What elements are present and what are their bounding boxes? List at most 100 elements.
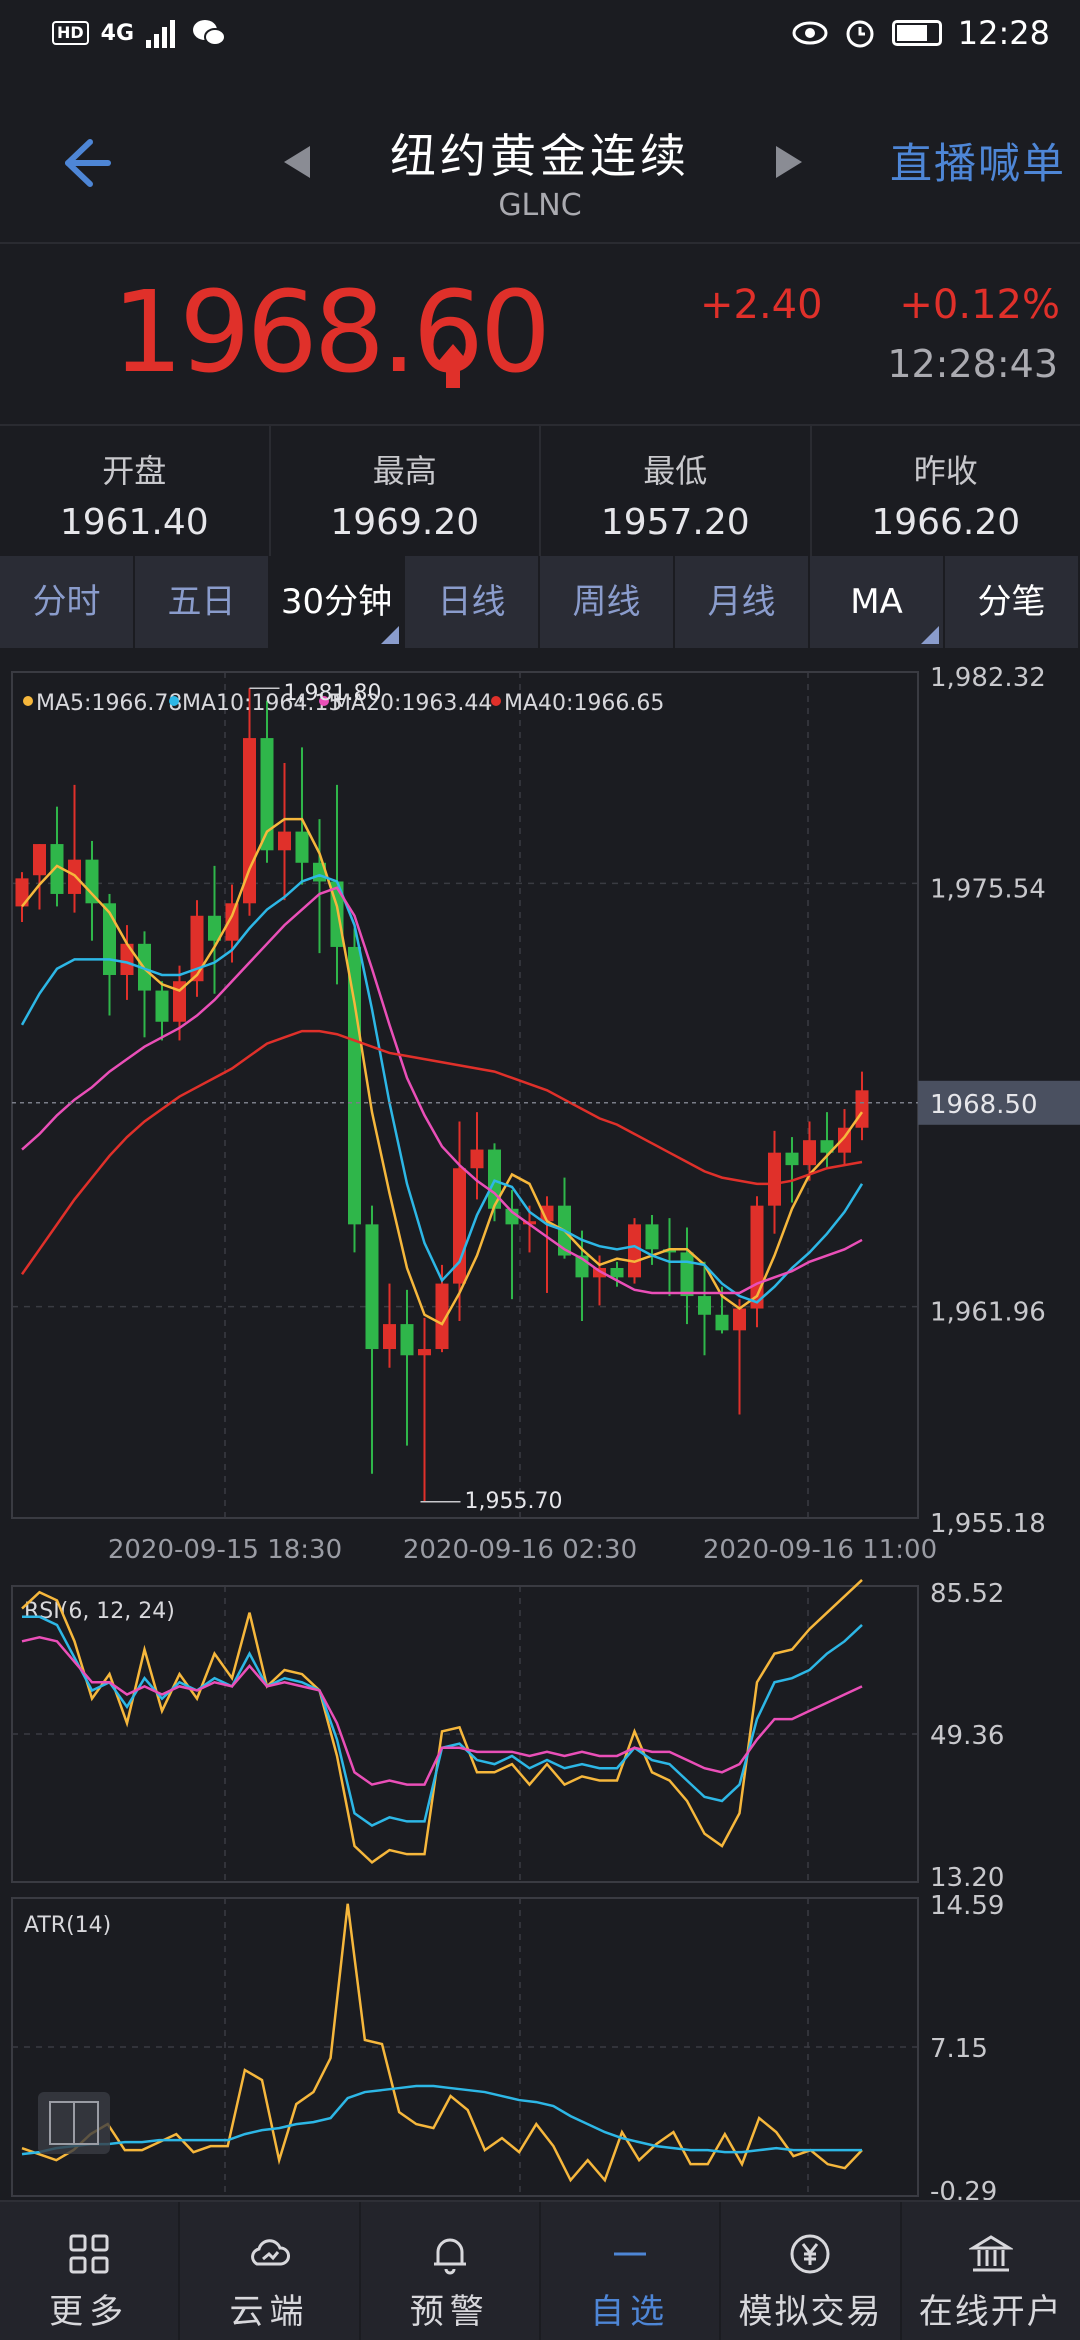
header: 纽约黄金连续 GLNC 直播喊单 [0,100,1080,240]
tab-intraday[interactable]: 分时 [0,556,135,648]
tab-label: MA [850,582,903,622]
nav-label: 预警 [409,2292,490,2332]
candle-body [715,1314,729,1331]
legend-label: MA40:1966.65 [504,691,664,716]
atr-label: ATR(14) [24,1913,111,1938]
nav-label: 模拟交易 [738,2292,883,2332]
y-tick-label: 7.15 [930,2034,988,2064]
candle-body [785,1152,799,1166]
price-change: +2.40 [700,282,823,328]
tab-weekly[interactable]: 周线 [540,556,675,648]
candle-body [610,1268,624,1278]
candle-body [628,1224,641,1278]
up-arrow-icon [436,344,470,388]
y-tick-label: 14.59 [930,1891,1004,1921]
period-tabs: 分时 五日 30分钟 日线 周线 月线 MA 分笔 [0,556,1080,648]
stat-high: 最高 1969.20 [271,426,541,556]
candle-body [803,1140,816,1166]
y-tick-label: 1,955.18 [930,1509,1046,1539]
signal-icon [146,20,176,48]
candle-body [348,946,361,1225]
stat-value: 1966.20 [871,502,1021,543]
stat-label: 开盘 [102,452,167,490]
candle-body [155,990,169,1022]
y-tick-label: 1,961.96 [930,1298,1046,1328]
nav-cloud[interactable]: 云端 [180,2202,361,2340]
chart-canvas[interactable]: 1,982.321,975.541,961.961,955.182020-09-… [0,660,1080,2200]
tab-30min[interactable]: 30分钟 [270,556,405,648]
tab-ticks[interactable]: 分笔 [945,556,1080,648]
stat-open: 开盘 1961.40 [0,426,271,556]
x-tick-label: 2020-09-16 02:30 [403,1535,637,1565]
candle-body [85,859,99,904]
wechat-icon [193,20,227,46]
y-tick-label: 1,975.54 [930,874,1046,904]
ma10-line [20,873,864,1304]
stat-value: 1969.20 [330,502,480,543]
nav-more[interactable]: 更多 [0,2202,181,2340]
candle-body [645,1224,659,1250]
nav-label: 自选 [590,2292,671,2332]
back-arrow-icon[interactable] [50,128,120,198]
candle-body [278,831,291,851]
candle-body [400,1324,414,1356]
stat-value: 1961.40 [59,502,209,543]
next-contract-icon[interactable] [770,142,806,182]
prev-contract-icon[interactable] [280,142,316,182]
nav-label: 在线开户 [918,2292,1063,2332]
candle-body [680,1252,694,1297]
clock: 12:28 [957,14,1050,52]
candle-body [855,1090,869,1128]
chart-area[interactable]: 1,982.32 1,975.54 1,961.96 1,955.18 2020-09-… [0,660,1080,2200]
status-bar: HD 4G 12:28 [0,0,1080,72]
y-tick-label: -0.29 [930,2177,997,2200]
stat-label: 最低 [643,452,708,490]
hd-badge: HD [52,21,89,45]
tab-five-day[interactable]: 五日 [135,556,270,648]
bell-icon [433,2238,466,2275]
nav-alert[interactable]: 预警 [361,2202,541,2340]
stats-row: 开盘 1961.40 最高 1969.20 最低 1957.20 昨收 1966… [0,426,1080,556]
stat-value: 1957.20 [600,502,750,543]
candle-body [383,1324,396,1350]
nav-label: 云端 [229,2292,310,2332]
main-chart-frame [11,671,919,1519]
legend-label: MA5:1966.78 [36,691,182,716]
candle-body [418,1349,431,1356]
status-left: HD 4G [52,18,227,48]
stat-low: 最低 1957.20 [541,426,812,556]
price-change-pct: +0.12% [899,282,1060,328]
eye-icon [792,21,828,45]
candle-body [768,1152,781,1206]
quote-time: 12:28:43 [887,342,1058,386]
candle-body [295,831,309,863]
legend-dot [23,696,33,706]
tab-daily[interactable]: 日线 [405,556,540,648]
nav-watchlist[interactable]: 自选 [541,2202,722,2340]
bank-icon [968,2235,1013,2272]
dash-icon [614,2252,647,2256]
stat-label: 昨收 [913,452,978,490]
current-price-label: 1968.50 [930,1090,1038,1120]
stat-prev-close: 昨收 1966.20 [812,426,1080,556]
live-call-button[interactable]: 直播喊单 [890,130,1066,191]
nav-open-account[interactable]: 在线开户 [902,2202,1080,2340]
y-tick-label: 1,982.32 [930,663,1046,693]
yen-icon [790,2234,830,2274]
y-tick-label: 49.36 [930,1721,1004,1751]
ma5-line [21,817,864,1326]
tab-monthly[interactable]: 月线 [675,556,810,648]
network-label: 4G [100,20,135,46]
symbol-code: GLNC [498,188,582,223]
candle-body [733,1308,746,1331]
legend-dot [491,696,501,706]
stat-label: 最高 [372,452,437,490]
tab-label: 30分钟 [280,582,393,622]
page-title: 纽约黄金连续 [390,129,690,183]
grid-icon [69,2234,109,2274]
tab-ma[interactable]: MA [810,556,945,648]
nav-sim-trade[interactable]: 模拟交易 [721,2202,902,2340]
x-tick-label: 2020-09-16 11:00 [703,1535,937,1565]
candle-body [365,1224,379,1350]
y-tick-label: 13.20 [930,1863,1004,1893]
